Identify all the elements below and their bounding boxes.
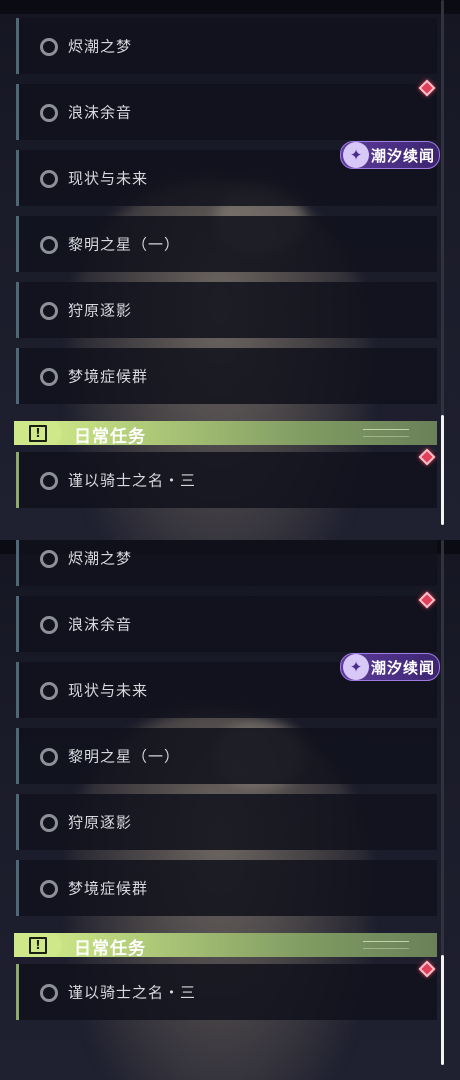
task-accent-bar bbox=[16, 662, 19, 718]
badge-label: 潮汐续闻 bbox=[371, 147, 436, 165]
task-accent-bar bbox=[16, 150, 19, 206]
task-item[interactable]: 狩原逐影 bbox=[16, 794, 437, 850]
radio-circle-icon[interactable] bbox=[40, 104, 58, 122]
radio-circle-icon[interactable] bbox=[40, 472, 58, 490]
task-label: 现状与未来 bbox=[68, 681, 149, 700]
radio-circle-icon[interactable] bbox=[40, 170, 58, 188]
radio-circle-icon[interactable] bbox=[40, 814, 58, 832]
task-accent-bar bbox=[16, 596, 19, 652]
task-label: 梦境症候群 bbox=[68, 879, 149, 898]
task-label: 黎明之星（一） bbox=[68, 235, 181, 254]
task-accent-bar bbox=[16, 964, 19, 1020]
task-accent-bar bbox=[16, 348, 19, 404]
tide-news-badge[interactable]: ✦ 潮汐续闻 bbox=[340, 653, 440, 681]
task-accent-bar bbox=[16, 282, 19, 338]
task-item[interactable]: 烬潮之梦 bbox=[16, 18, 437, 74]
task-label: 浪沫余音 bbox=[68, 615, 133, 634]
radio-circle-icon[interactable] bbox=[40, 748, 58, 766]
radio-circle-icon[interactable] bbox=[40, 880, 58, 898]
tide-star-icon: ✦ bbox=[343, 142, 369, 168]
task-label: 烬潮之梦 bbox=[68, 549, 133, 568]
task-label: 狩原逐影 bbox=[68, 813, 133, 832]
task-label: 烬潮之梦 bbox=[68, 37, 133, 56]
top-edge bbox=[0, 0, 460, 14]
task-label: 黎明之星（一） bbox=[68, 747, 181, 766]
section-icon-box: ! bbox=[14, 421, 62, 445]
task-accent-bar bbox=[16, 860, 19, 916]
daily-task-item[interactable]: 谨以骑士之名・三 bbox=[16, 452, 437, 508]
task-item[interactable]: 梦境症候群 bbox=[16, 348, 437, 404]
task-label: 现状与未来 bbox=[68, 169, 149, 188]
task-label: 谨以骑士之名・三 bbox=[68, 983, 197, 1002]
radio-circle-icon[interactable] bbox=[40, 550, 58, 568]
radio-circle-icon[interactable] bbox=[40, 984, 58, 1002]
section-icon-box: ! bbox=[14, 933, 62, 957]
scrollbar-thumb[interactable] bbox=[441, 415, 444, 525]
task-accent-bar bbox=[16, 728, 19, 784]
task-accent-bar bbox=[16, 540, 19, 586]
task-label: 狩原逐影 bbox=[68, 301, 133, 320]
section-decoration bbox=[363, 941, 409, 949]
task-item[interactable]: 黎明之星（一） bbox=[16, 216, 437, 272]
task-item[interactable]: 烬潮之梦 bbox=[16, 540, 437, 586]
task-label: 梦境症候群 bbox=[68, 367, 149, 386]
task-accent-bar bbox=[16, 452, 19, 508]
radio-circle-icon[interactable] bbox=[40, 368, 58, 386]
task-item[interactable]: 梦境症候群 bbox=[16, 860, 437, 916]
task-accent-bar bbox=[16, 18, 19, 74]
tide-star-icon: ✦ bbox=[343, 654, 369, 680]
daily-tasks-header: ! 日常任务 bbox=[14, 421, 437, 447]
scrollbar-thumb[interactable] bbox=[441, 955, 444, 1065]
section-title: 日常任务 bbox=[74, 427, 146, 447]
radio-circle-icon[interactable] bbox=[40, 616, 58, 634]
exclamation-icon: ! bbox=[29, 937, 47, 954]
radio-circle-icon[interactable] bbox=[40, 302, 58, 320]
task-accent-bar bbox=[16, 794, 19, 850]
radio-circle-icon[interactable] bbox=[40, 236, 58, 254]
task-item[interactable]: 浪沫余音 bbox=[16, 84, 437, 140]
tide-news-badge[interactable]: ✦ 潮汐续闻 bbox=[340, 141, 440, 169]
quest-panel-top: 烬潮之梦 浪沫余音 现状与未来 黎明之星（一） 狩原逐影 梦境症候群 ✦ 潮汐续… bbox=[0, 0, 460, 540]
daily-task-item[interactable]: 谨以骑士之名・三 bbox=[16, 964, 437, 1020]
task-item[interactable]: 黎明之星（一） bbox=[16, 728, 437, 784]
quest-panel-bottom: 烬潮之梦 浪沫余音 现状与未来 黎明之星（一） 狩原逐影 梦境症候群 ✦ 潮汐续… bbox=[0, 540, 460, 1080]
task-item[interactable]: 浪沫余音 bbox=[16, 596, 437, 652]
radio-circle-icon[interactable] bbox=[40, 38, 58, 56]
task-accent-bar bbox=[16, 216, 19, 272]
task-item[interactable]: 狩原逐影 bbox=[16, 282, 437, 338]
badge-label: 潮汐续闻 bbox=[371, 659, 436, 677]
task-label: 谨以骑士之名・三 bbox=[68, 471, 197, 490]
task-label: 浪沫余音 bbox=[68, 103, 133, 122]
daily-tasks-header: ! 日常任务 bbox=[14, 933, 437, 959]
radio-circle-icon[interactable] bbox=[40, 682, 58, 700]
exclamation-icon: ! bbox=[29, 425, 47, 442]
section-title: 日常任务 bbox=[74, 939, 146, 959]
section-decoration bbox=[363, 429, 409, 437]
task-accent-bar bbox=[16, 84, 19, 140]
